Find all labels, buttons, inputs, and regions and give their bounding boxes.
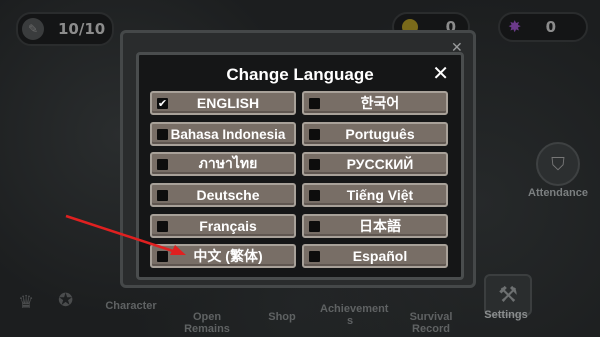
annotation-arrow-icon <box>65 214 186 255</box>
